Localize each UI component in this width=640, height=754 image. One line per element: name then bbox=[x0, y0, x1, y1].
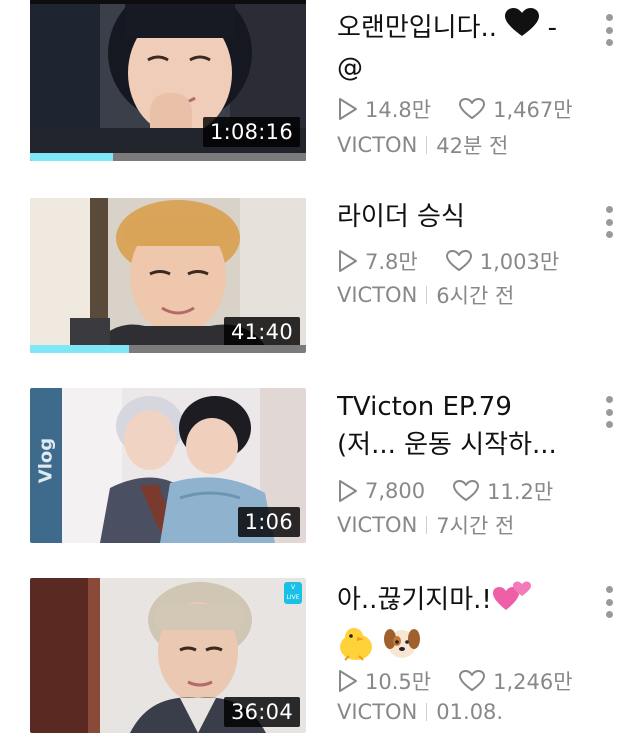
view-count: 14.8만 bbox=[365, 98, 432, 122]
play-outline-icon bbox=[337, 479, 359, 503]
video-thumbnail[interactable]: 41:40 bbox=[30, 198, 306, 353]
heart-outline-icon bbox=[459, 670, 486, 692]
watch-progress-bar bbox=[30, 153, 306, 161]
video-stats: 7.8만 1,003만 bbox=[337, 246, 559, 276]
heart-outline-icon bbox=[453, 480, 480, 502]
video-thumbnail[interactable]: 1:08:16 bbox=[30, 0, 306, 161]
upload-time: 42분 전 bbox=[436, 134, 509, 158]
upload-time: 7시간 전 bbox=[436, 514, 515, 538]
video-item[interactable]: V LIVE 36:04 아..끊기지마.! 10.5만 1,246만 VICT… bbox=[0, 578, 640, 748]
dog-face-icon bbox=[383, 625, 421, 672]
thumbnail-side-text: Vlog bbox=[35, 437, 57, 484]
video-duration: 36:04 bbox=[223, 697, 300, 727]
video-title-line2: @ bbox=[337, 53, 363, 83]
play-outline-icon bbox=[337, 249, 359, 273]
like-count: 1,467만 bbox=[493, 98, 573, 122]
watch-progress-fill bbox=[30, 345, 130, 353]
meta-divider bbox=[426, 286, 428, 304]
channel-name[interactable]: VICTON bbox=[337, 283, 417, 307]
video-stats: 14.8만 1,467만 bbox=[337, 94, 573, 124]
upload-time: 01.08. bbox=[436, 700, 504, 724]
video-meta: VICTON 01.08. bbox=[337, 700, 503, 724]
vlive-logo-icon: V LIVE bbox=[284, 582, 302, 604]
channel-name[interactable]: VICTON bbox=[337, 700, 417, 724]
channel-name[interactable]: VICTON bbox=[337, 133, 417, 157]
video-item[interactable]: Vlog 1:06 TVicton EP.79 (저... 운동 시작하... … bbox=[0, 388, 640, 558]
video-duration: 41:40 bbox=[223, 317, 300, 347]
video-title-line1: 라이더 승식 bbox=[337, 202, 465, 232]
watch-progress-fill bbox=[30, 153, 113, 161]
video-title[interactable]: 라이더 승식 bbox=[337, 198, 577, 236]
black-heart-icon bbox=[505, 8, 540, 49]
video-title[interactable]: 오랜만입니다.. - @ bbox=[337, 8, 577, 87]
more-vertical-icon[interactable] bbox=[600, 12, 618, 48]
like-count: 11.2만 bbox=[487, 480, 554, 504]
view-count: 7.8만 bbox=[365, 250, 418, 274]
meta-divider bbox=[426, 136, 428, 154]
video-title-line1-tail: - bbox=[539, 13, 557, 43]
two-hearts-icon bbox=[492, 578, 532, 623]
title-emoji-line bbox=[337, 625, 577, 672]
like-count: 1,246만 bbox=[493, 670, 573, 694]
video-stats: 7,800 11.2만 bbox=[337, 476, 553, 506]
video-item[interactable]: 1:08:16 오랜만입니다.. - @ 14.8만 1,467만 VICTON… bbox=[0, 0, 640, 168]
watch-progress-bar bbox=[30, 345, 306, 353]
video-title[interactable]: TVicton EP.79 (저... 운동 시작하... bbox=[337, 388, 577, 464]
video-thumbnail[interactable]: V LIVE 36:04 bbox=[30, 578, 306, 733]
more-vertical-icon[interactable] bbox=[600, 394, 618, 430]
view-count: 10.5만 bbox=[365, 670, 432, 694]
video-item[interactable]: 41:40 라이더 승식 7.8만 1,003만 VICTON 6시간 전 bbox=[0, 198, 640, 368]
upload-time: 6시간 전 bbox=[436, 284, 515, 308]
video-title-line2: (저... 운동 시작하... bbox=[337, 430, 557, 460]
video-title[interactable]: 아..끊기지마.! bbox=[337, 578, 577, 672]
video-meta: VICTON 6시간 전 bbox=[337, 280, 514, 310]
like-count: 1,003만 bbox=[479, 250, 560, 274]
meta-divider bbox=[426, 703, 428, 721]
video-title-line1: TVicton EP.79 bbox=[337, 392, 512, 422]
meta-divider bbox=[426, 516, 428, 534]
heart-outline-icon bbox=[445, 250, 472, 272]
video-thumbnail[interactable]: Vlog 1:06 bbox=[30, 388, 306, 543]
heart-outline-icon bbox=[459, 98, 486, 120]
video-title-line1: 아..끊기지마.! bbox=[337, 585, 492, 615]
video-title-line1: 오랜만입니다.. bbox=[337, 13, 506, 43]
play-outline-icon bbox=[337, 97, 359, 121]
more-vertical-icon[interactable] bbox=[600, 204, 618, 240]
view-count: 7,800 bbox=[365, 479, 426, 503]
video-meta: VICTON 7시간 전 bbox=[337, 510, 514, 540]
video-duration: 1:08:16 bbox=[202, 117, 300, 147]
video-meta: VICTON 42분 전 bbox=[337, 130, 508, 160]
more-vertical-icon[interactable] bbox=[600, 584, 618, 620]
video-list: 1:08:16 오랜만입니다.. - @ 14.8만 1,467만 VICTON… bbox=[0, 0, 640, 754]
chick-icon bbox=[337, 625, 375, 672]
video-stats: 10.5만 1,246만 bbox=[337, 666, 573, 696]
video-duration: 1:06 bbox=[237, 507, 300, 537]
play-outline-icon bbox=[337, 669, 359, 693]
channel-name[interactable]: VICTON bbox=[337, 513, 417, 537]
